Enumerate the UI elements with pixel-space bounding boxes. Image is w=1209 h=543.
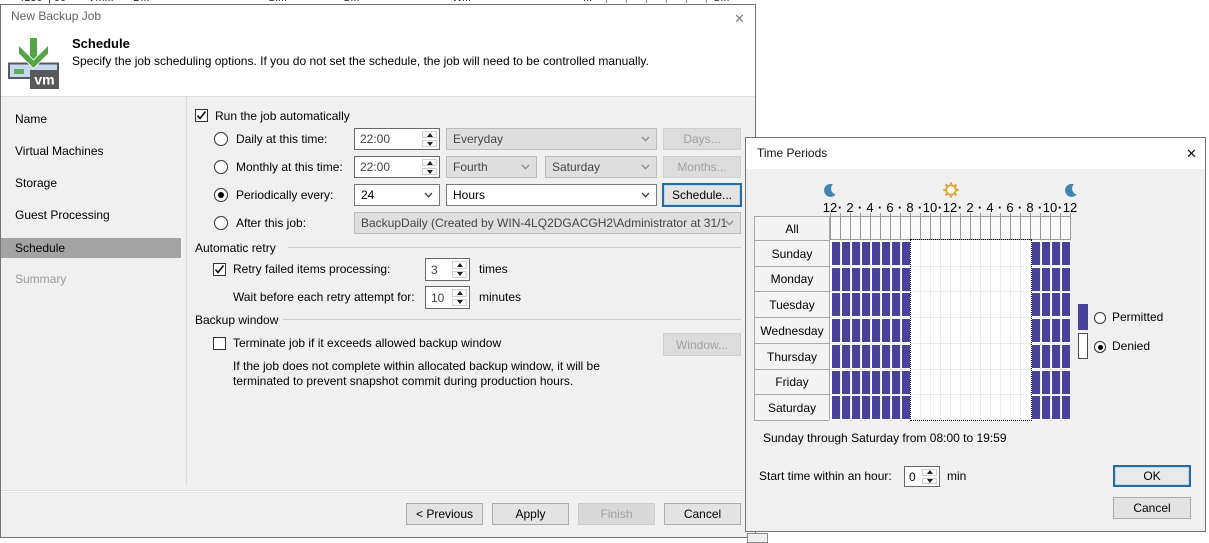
svg-text:vm: vm — [34, 72, 54, 88]
